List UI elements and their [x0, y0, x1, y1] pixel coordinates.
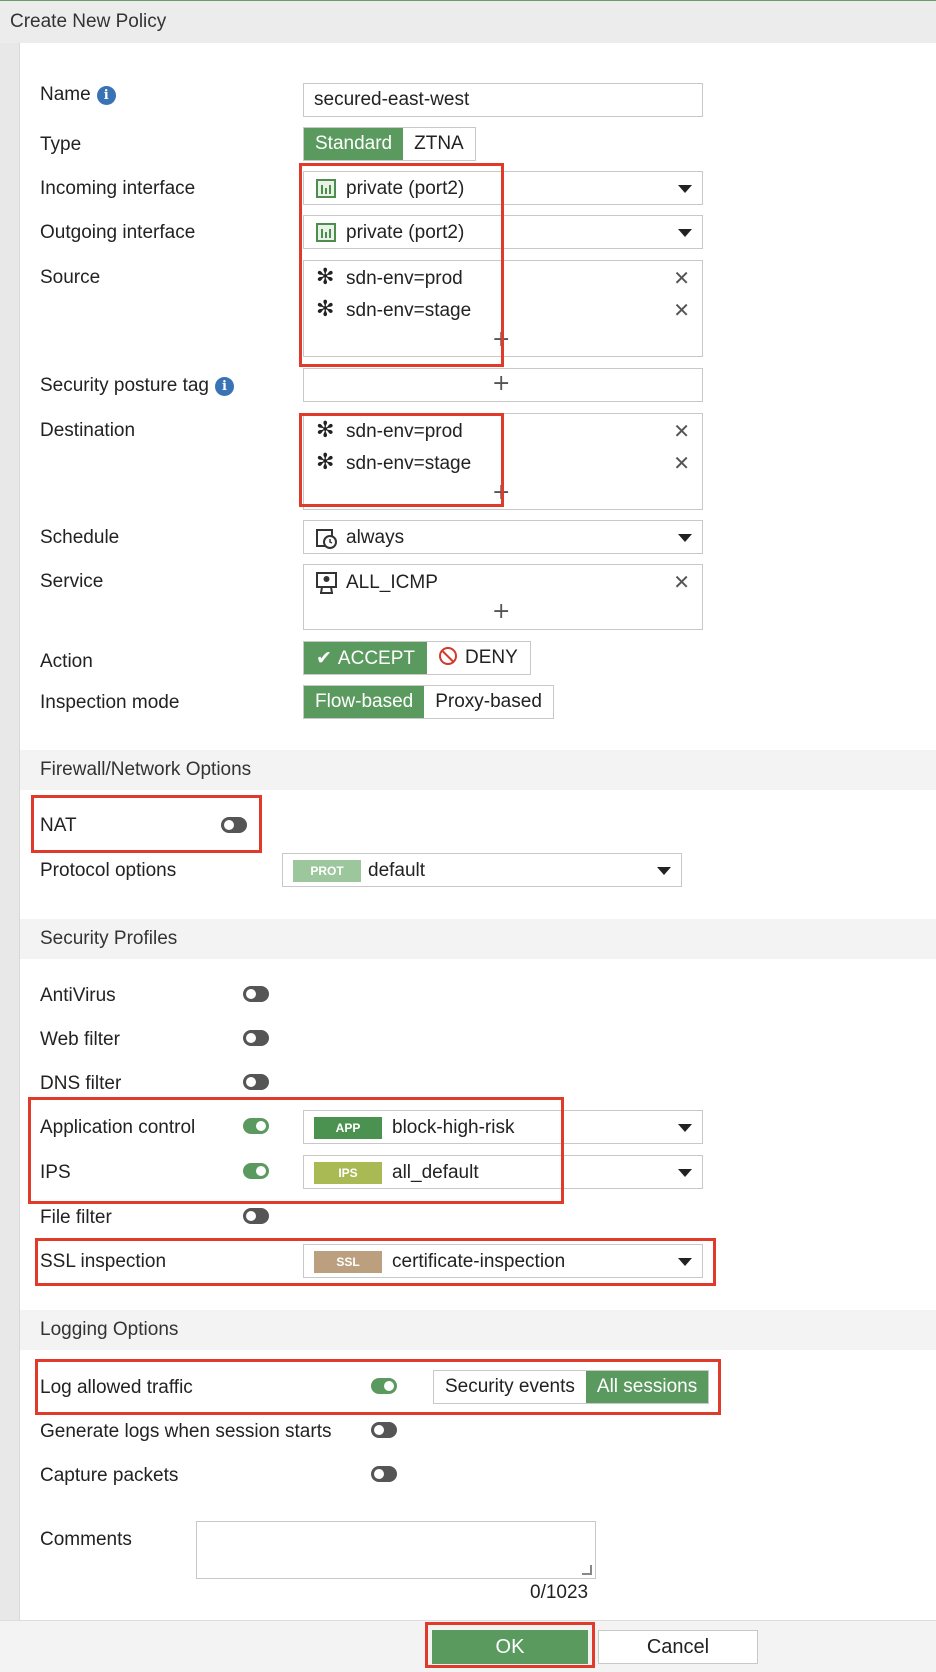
webfilter-label: Web filter	[40, 1029, 120, 1050]
inspection-mode-toggle: Flow-based Proxy-based	[303, 685, 554, 719]
chevron-down-icon	[678, 185, 692, 193]
outgoing-interface-label: Outgoing interface	[40, 222, 196, 243]
remove-icon[interactable]: ✕	[673, 266, 690, 290]
session-start-toggle[interactable]	[371, 1422, 397, 1438]
security-profiles-header: Security Profiles	[20, 919, 936, 959]
left-gutter	[0, 43, 20, 1620]
highlight-box	[35, 1238, 716, 1286]
protocol-options-value: default	[368, 860, 426, 881]
service-list: ALL_ICMP ✕ +	[303, 564, 703, 630]
schedule-label: Schedule	[40, 527, 120, 548]
posture-tag-field[interactable]: +	[303, 368, 703, 402]
filefilter-label: File filter	[40, 1207, 112, 1228]
action-toggle: ✔ ACCEPT DENY	[303, 641, 531, 675]
session-start-label: Generate logs when session starts	[40, 1421, 332, 1442]
webfilter-toggle[interactable]	[243, 1030, 269, 1046]
inspection-mode-label: Inspection mode	[40, 692, 180, 713]
type-label: Type	[40, 134, 82, 155]
prot-badge: PROT	[293, 860, 361, 882]
info-icon[interactable]: i	[96, 86, 116, 105]
highlight-box	[299, 163, 504, 367]
inspection-proxy-option[interactable]: Proxy-based	[424, 686, 553, 718]
posture-tag-label: Security posture tag i	[40, 375, 234, 397]
antivirus-label: AntiVirus	[40, 985, 116, 1006]
schedule-value: always	[346, 527, 405, 548]
name-label: Name i	[40, 84, 116, 106]
action-accept-option[interactable]: ✔ ACCEPT	[304, 642, 427, 674]
chevron-down-icon	[678, 1169, 692, 1177]
highlight-box	[299, 413, 504, 507]
deny-icon	[439, 647, 457, 665]
remove-icon[interactable]: ✕	[673, 570, 690, 594]
info-icon[interactable]: i	[214, 377, 234, 396]
add-icon[interactable]: +	[492, 599, 510, 624]
highlight-box	[35, 1359, 721, 1415]
type-standard-option[interactable]: Standard	[304, 128, 404, 160]
protocol-options-label: Protocol options	[40, 860, 177, 881]
highlight-box	[425, 1622, 595, 1668]
antivirus-toggle[interactable]	[243, 986, 269, 1002]
action-deny-option[interactable]: DENY	[427, 642, 530, 674]
comments-label: Comments	[40, 1529, 132, 1550]
comments-textarea[interactable]	[196, 1521, 596, 1579]
remove-icon[interactable]: ✕	[673, 298, 690, 322]
incoming-interface-label: Incoming interface	[40, 178, 196, 199]
remove-icon[interactable]: ✕	[673, 451, 690, 475]
dialog-titlebar: Create New Policy	[0, 0, 936, 43]
dnsfilter-toggle[interactable]	[243, 1074, 269, 1090]
source-label: Source	[40, 267, 101, 288]
cancel-button[interactable]: Cancel	[598, 1630, 758, 1664]
dialog-title: Create New Policy	[10, 11, 167, 32]
service-label: Service	[40, 571, 104, 592]
chevron-down-icon	[678, 534, 692, 542]
comments-counter: 0/1023	[530, 1582, 589, 1603]
highlight-box	[28, 1097, 564, 1204]
service-icon	[316, 572, 337, 594]
filefilter-toggle[interactable]	[243, 1208, 269, 1224]
remove-icon[interactable]: ✕	[673, 419, 690, 443]
service-item: ALL_ICMP	[346, 572, 438, 593]
logging-options-header: Logging Options	[20, 1310, 936, 1350]
action-label: Action	[40, 651, 93, 672]
schedule-select[interactable]: always	[303, 520, 703, 554]
capture-packets-label: Capture packets	[40, 1465, 179, 1486]
type-toggle: Standard ZTNA	[303, 127, 476, 161]
inspection-flow-option[interactable]: Flow-based	[304, 686, 425, 718]
dnsfilter-label: DNS filter	[40, 1073, 122, 1094]
chevron-down-icon	[678, 229, 692, 237]
firewall-section-header: Firewall/Network Options	[20, 750, 936, 790]
type-ztna-option[interactable]: ZTNA	[403, 128, 475, 160]
chevron-down-icon	[678, 1124, 692, 1132]
check-icon: ✔	[316, 647, 332, 669]
highlight-box	[31, 795, 262, 853]
protocol-options-select[interactable]: PROT default	[282, 853, 682, 887]
schedule-icon	[316, 529, 337, 549]
name-input[interactable]: secured-east-west	[303, 83, 703, 117]
capture-packets-toggle[interactable]	[371, 1466, 397, 1482]
resize-handle-icon[interactable]	[582, 1565, 592, 1575]
add-icon[interactable]: +	[492, 371, 510, 396]
chevron-down-icon	[657, 867, 671, 875]
destination-label: Destination	[40, 420, 136, 441]
